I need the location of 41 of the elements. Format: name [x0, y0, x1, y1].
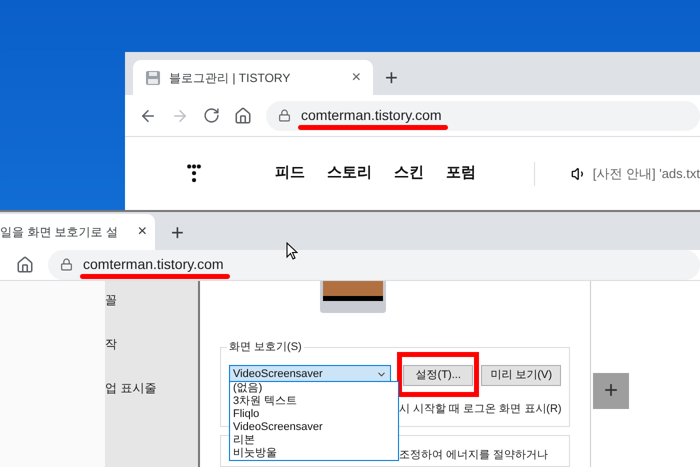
url-text: comterman.tistory.com	[301, 106, 442, 125]
dots-logo-icon	[187, 162, 202, 184]
home-icon[interactable]	[234, 106, 252, 124]
power-text: 조정하여 에너지를 절약하거나	[399, 449, 548, 461]
monitor-drawing	[320, 281, 386, 313]
group-label: 화면 보호기(S)	[227, 339, 304, 356]
sidebar-item[interactable]: 꼴	[105, 291, 198, 309]
logon-option-text: 시 시작할 때 로그온 화면 표시(R)	[399, 403, 562, 415]
address-bar[interactable]: comterman.tistory.com	[266, 100, 700, 130]
lock-icon	[60, 258, 73, 272]
tab-title: 일을 화면 보호기로 설	[0, 224, 120, 241]
tab-title: 블로그관리 | TISTORY	[169, 70, 292, 86]
add-button[interactable]: +	[593, 373, 629, 409]
dropdown-option[interactable]: 비눗방울	[230, 447, 398, 460]
dropdown-option[interactable]: 3차원 텍스트	[230, 395, 398, 408]
dropdown-option[interactable]: VideoScreensaver	[230, 421, 398, 434]
screensaver-dropdown[interactable]: VideoScreensaver	[229, 364, 392, 384]
nav-link[interactable]: 피드	[275, 162, 306, 185]
close-tab-button[interactable]: ×	[352, 66, 361, 90]
lock-icon	[278, 109, 291, 122]
nav-link[interactable]: 스토리	[327, 162, 372, 185]
browser-tab[interactable]: 블로그관리 | TISTORY ×	[133, 60, 373, 95]
sidebar-item[interactable]: 업 표시줄	[105, 379, 198, 397]
dialog-button[interactable]: 설정(T)...	[403, 364, 474, 386]
reload-icon[interactable]	[203, 107, 220, 124]
browser-tab[interactable]: 일을 화면 보호기로 설 ×	[0, 214, 155, 250]
sidebar-item[interactable]: 작	[105, 335, 198, 353]
dropdown-option[interactable]: (없음)	[230, 382, 398, 395]
url-text: comterman.tistory.com	[83, 255, 224, 274]
dropdown-option[interactable]: Fliqlo	[230, 408, 398, 421]
new-tab-button[interactable]: +	[385, 67, 398, 89]
notice-text[interactable]: [사전 안내] 'ads.txt	[592, 164, 700, 184]
close-tab-button[interactable]: ×	[138, 220, 147, 244]
mouse-cursor-icon	[286, 242, 298, 260]
dropdown-option[interactable]: 리본	[230, 434, 398, 447]
nav-link[interactable]: 포럼	[446, 162, 476, 185]
dialog-button[interactable]: 미리 보기(V)	[481, 364, 561, 386]
home-icon[interactable]	[16, 256, 34, 274]
new-tab-button[interactable]: +	[171, 222, 184, 244]
address-bar[interactable]: comterman.tistory.com	[48, 250, 700, 280]
nav-link[interactable]: 스킨	[394, 162, 424, 185]
